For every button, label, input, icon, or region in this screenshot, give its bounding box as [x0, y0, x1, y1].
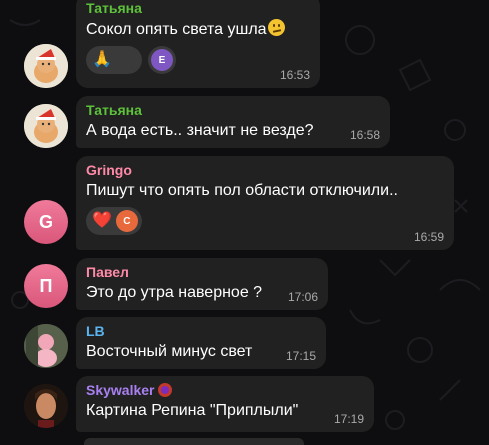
message-text: Это до утра наверное ?	[86, 284, 263, 301]
reactions-row: 🙏 E	[86, 46, 310, 74]
avatar-gringo[interactable]: G	[24, 200, 68, 244]
message-time: 16:53	[279, 68, 310, 82]
avatar-skywalker[interactable]	[24, 384, 68, 428]
avatar-initial: G	[38, 211, 53, 232]
cat-avatar-icon	[24, 104, 68, 148]
message-bubble[interactable]: Skywalker Картина Репина "Приплыли" 17:1…	[76, 376, 374, 432]
reaction-avatar[interactable]: E	[147, 46, 176, 74]
reactor-avatar	[115, 49, 138, 71]
reaction-heart[interactable]: ❤️ C	[86, 207, 142, 235]
message-text: Пишут что опять пол области отключили..	[86, 182, 398, 199]
message-text: Картина Репина "Приплыли"	[86, 402, 299, 419]
sender-name[interactable]: Skywalker	[86, 382, 364, 399]
sender-name[interactable]: LB	[86, 323, 316, 340]
sender-name[interactable]: Павел	[86, 264, 318, 281]
reaction-pray[interactable]: 🙏	[86, 46, 142, 74]
message-bubble[interactable]: Павел Это до утра наверное ? 17:06	[76, 258, 328, 310]
avatar-initial: П	[39, 275, 53, 296]
message-time: 16:58	[349, 128, 380, 142]
photo-avatar-icon	[24, 384, 68, 428]
sender-name[interactable]: Татьяна	[86, 0, 310, 17]
reactor-avatar-e: E	[150, 49, 173, 71]
message-bubble[interactable]: Татьяна А вода есть.. значит не везде? 1…	[76, 96, 390, 148]
sender-name[interactable]: Gringo	[86, 162, 444, 179]
message-text: Восточный минус свет	[86, 343, 253, 360]
sender-name[interactable]: Татьяна	[86, 102, 380, 119]
pray-emoji-icon: 🙏	[92, 51, 112, 68]
message-time: 17:19	[333, 412, 364, 426]
message-bubble[interactable]: Gringo Пишут что опять пол области отклю…	[76, 156, 454, 250]
message-bubble[interactable]: Татьяна Сокол опять света ушла 🙏 E 16:53	[76, 0, 320, 88]
heart-emoji-icon: ❤️	[92, 212, 112, 229]
confused-face-emoji-icon	[267, 19, 285, 36]
reactions-row: ❤️ C	[86, 207, 444, 235]
message-time: 17:06	[287, 290, 318, 304]
message-time: 16:59	[413, 230, 444, 244]
message-bubble[interactable]: LB Восточный минус свет 17:15	[76, 317, 326, 369]
avatar-tatyana[interactable]	[24, 44, 68, 88]
planet-badge-icon	[157, 383, 172, 397]
avatar-tatyana[interactable]	[24, 104, 68, 148]
message-text: Сокол опять света ушла	[86, 19, 310, 40]
reactor-avatar-c: C	[115, 210, 138, 232]
next-message-bubble-edge	[84, 438, 304, 445]
photo-avatar-icon	[24, 324, 68, 368]
cat-avatar-icon	[24, 44, 68, 88]
message-time: 17:15	[285, 349, 316, 363]
message-text: А вода есть.. значит не везде?	[86, 122, 314, 139]
avatar-lb[interactable]	[24, 324, 68, 368]
avatar-pavel[interactable]: П	[24, 264, 68, 308]
